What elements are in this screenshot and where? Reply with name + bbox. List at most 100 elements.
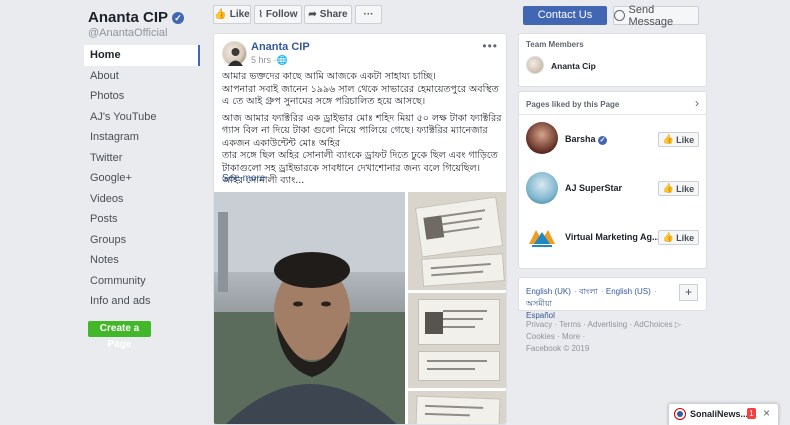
liked-page-name[interactable]: Virtual Marketing Ag... [565,232,660,242]
nav-item-posts[interactable]: Posts [84,209,200,230]
nav-item-about[interactable]: About [84,66,200,87]
post-photo-document-1[interactable] [408,192,506,290]
adchoices-icon: ▷ [672,320,681,329]
post-photo-document-3[interactable] [408,391,506,424]
verified-check-icon: ✓ [172,11,185,24]
footer-link-terms[interactable]: Terms [559,320,581,329]
thumbs-up-icon: 👍 [214,9,227,20]
footer-link-advertising[interactable]: Advertising [588,320,628,329]
messenger-icon [614,10,625,21]
nav-item-twitter[interactable]: Twitter [84,148,200,169]
like-page-button[interactable]: 👍 Like [658,230,699,245]
footer-link-adchoices[interactable]: AdChoices [634,320,673,329]
divider [519,114,706,115]
page-title[interactable]: Ananta CIP ✓ [88,9,185,26]
like-label: Like [676,232,695,243]
liked-page-avatar-aj-superstar[interactable] [526,172,558,204]
vm-logo-icon [529,230,555,247]
post-time-text: 5 hrs [251,55,272,65]
globe-icon: ·🌐 [273,55,288,65]
language-card: English (UK) · বাংলা · English (US) · অস… [518,277,707,320]
like-label: Like [229,9,250,20]
feed-post: Ananta CIP 5 hrs ·🌐 ••• আমার ভক্তদের কাছ… [213,33,507,425]
contact-us-button[interactable]: Contact Us [523,6,607,25]
liked-page-name[interactable]: Barsha ✓ [565,134,608,145]
send-message-button[interactable]: Send Message [613,3,699,28]
language-link[interactable]: English (UK) [526,287,571,296]
follow-label: Follow [265,9,298,20]
post-author-avatar[interactable] [222,41,247,66]
liked-page-avatar-barsha[interactable] [526,122,558,154]
separator: · [554,332,563,341]
liked-page-avatar-virtual-marketing[interactable] [526,220,558,252]
unread-badge: 1 [747,408,756,419]
nav-item-notes[interactable]: Notes [84,250,200,271]
chevron-right-icon[interactable]: › [695,96,699,110]
liked-pages-title[interactable]: Pages liked by this Page [526,100,619,109]
post-timestamp[interactable]: 5 hrs ·🌐 [251,55,288,66]
id-card-back-shape [421,253,505,287]
chat-contact-name: SonaliNews... [690,409,749,419]
page-nav: Home About Photos AJ's YouTube Instagram… [84,45,200,312]
chat-tab[interactable]: SonaliNews... 1 × [668,403,779,425]
language-list: English (UK) · বাংলা · English (US) · অস… [526,285,671,321]
like-page-button[interactable]: 👍 Like [658,132,699,147]
nav-item-community[interactable]: Community [84,271,200,292]
verified-check-icon: ✓ [598,136,608,145]
thumbs-up-icon: 👍 [662,232,675,242]
more-options-button[interactable]: ··· [355,5,382,24]
nav-item-videos[interactable]: Videos [84,189,200,210]
post-photo-main[interactable] [214,192,405,424]
like-page-button[interactable]: 👍 Like [658,181,699,196]
send-message-label: Send Message [628,3,674,28]
liked-page-name[interactable]: AJ SuperStar [565,183,622,193]
post-paragraph: আমার ভক্তদের কাছে আমি আজকে একটা সাহায্য … [222,71,499,107]
separator: · [654,287,657,296]
share-button[interactable]: ➦ Share [304,5,352,24]
separator: · [580,332,586,341]
chat-contact-avatar [674,408,686,420]
language-link[interactable]: English (US) [606,287,651,296]
post-author-name[interactable]: Ananta CIP [251,41,310,53]
separator: · [627,320,634,329]
language-link[interactable]: অসমীয়া [526,299,552,308]
liked-pages-card: Pages liked by this Page › Barsha ✓ 👍 Li… [518,91,707,269]
id-card-shape [415,395,501,424]
portrait-photo [214,192,405,424]
like-label: Like [676,134,695,145]
footer-link-privacy[interactable]: Privacy [526,320,552,329]
nav-item-info-and-ads[interactable]: Info and ads [84,291,200,312]
nav-item-google-plus[interactable]: Google+ [84,168,200,189]
footer-link-more[interactable]: More [562,332,580,341]
thumbs-up-icon: 👍 [662,134,675,144]
nav-item-youtube[interactable]: AJ's YouTube [84,107,200,128]
page-name-text[interactable]: Ananta CIP [88,9,168,26]
page-handle[interactable]: @AnantaOfficial [88,27,167,39]
language-link[interactable]: বাংলা [579,287,598,296]
nav-item-home[interactable]: Home [84,45,200,66]
like-label: Like [676,183,695,194]
nav-item-instagram[interactable]: Instagram [84,127,200,148]
close-icon[interactable]: × [763,406,770,420]
see-more-link[interactable]: See more [222,173,265,184]
liked-page-name-text: Barsha [565,134,596,144]
post-options-icon[interactable]: ••• [482,39,498,53]
like-page-button[interactable]: 👍 Like [213,5,251,24]
team-members-title: Team Members [526,40,584,49]
follow-button[interactable]: ⌇ Follow [254,5,302,24]
id-card-shape [418,299,500,345]
separator: · [580,320,588,329]
team-member-name[interactable]: Ananta Cip [551,61,596,71]
team-member-avatar[interactable] [526,56,544,74]
nav-item-groups[interactable]: Groups [84,230,200,251]
footer-links: Privacy · Terms · Advertising · AdChoice… [526,318,706,354]
add-language-button[interactable]: + [679,284,698,301]
footer-link-cookies[interactable]: Cookies [526,332,555,341]
id-card-back-shape [418,351,500,381]
share-arrow-icon: ➦ [308,9,317,20]
post-photo-document-2[interactable] [408,293,506,388]
team-members-card: Team Members Ananta Cip [518,33,707,87]
nav-item-photos[interactable]: Photos [84,86,200,107]
copyright: Facebook © 2019 [526,344,590,353]
create-page-button[interactable]: Create a Page [88,321,151,350]
